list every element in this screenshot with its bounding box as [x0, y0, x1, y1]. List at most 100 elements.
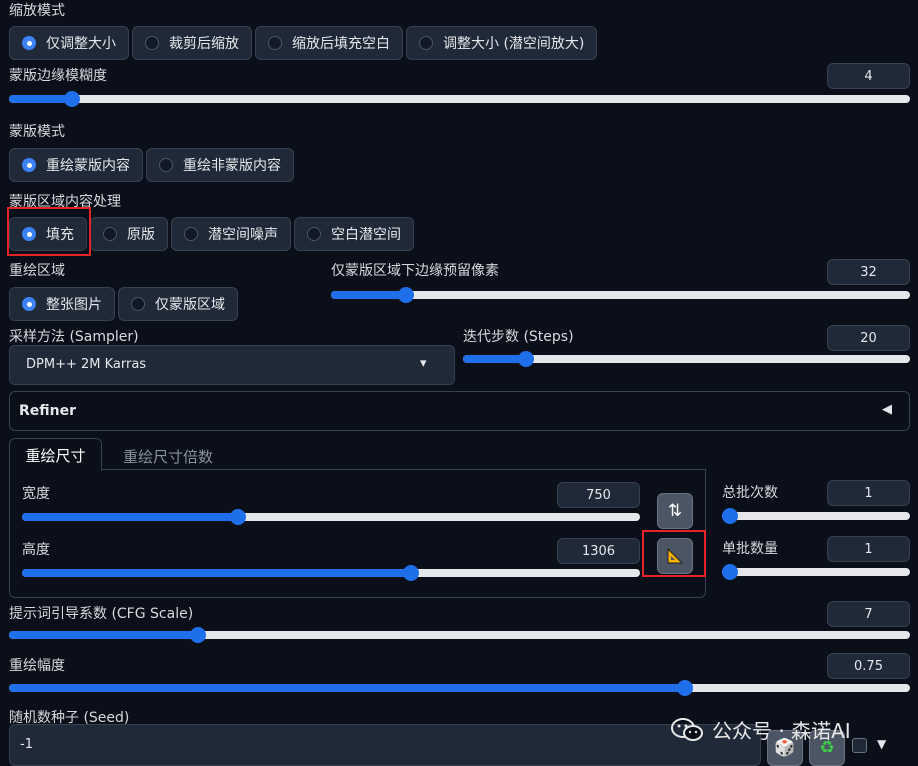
sampler-value: DPM++ 2M Karras — [26, 357, 147, 372]
option-label: 调整大小 (潜空间放大) — [443, 36, 585, 52]
slider-fill — [9, 684, 685, 692]
batch-size-slider[interactable] — [722, 564, 910, 580]
refiner-title: Refiner — [19, 403, 77, 419]
radio-dot — [22, 36, 36, 50]
mask-mode-label: 蒙版模式 — [9, 124, 65, 140]
option-label: 原版 — [127, 227, 155, 243]
highlight-box-detect-size — [642, 530, 706, 577]
cfg-slider[interactable] — [9, 627, 910, 643]
inpaint-area-label: 重绘区域 — [9, 263, 65, 279]
height-slider[interactable] — [22, 565, 640, 581]
tab-resize-to[interactable]: 重绘尺寸 — [9, 438, 102, 471]
mask-mode-option-inpaint-not-masked[interactable]: 重绘非蒙版内容 — [146, 148, 294, 182]
radio-dot — [159, 158, 173, 172]
steps-input[interactable]: 20 — [827, 325, 910, 351]
seed-input[interactable]: -1 — [9, 724, 761, 766]
slider-fill — [463, 355, 526, 363]
cfg-input[interactable]: 7 — [827, 601, 910, 627]
option-label: 缩放后填充空白 — [292, 36, 390, 52]
option-label: 空白潜空间 — [331, 227, 401, 243]
refiner-accordion[interactable]: Refiner ◀ — [9, 391, 910, 431]
steps-slider[interactable] — [463, 351, 910, 367]
slider-fill — [22, 513, 239, 521]
resize-mode-label: 缩放模式 — [9, 3, 65, 19]
option-label: 潜空间噪声 — [208, 227, 278, 243]
masked-content-option-latent-noise[interactable]: 潜空间噪声 — [171, 217, 291, 251]
chevron-down-icon: ▾ — [420, 356, 427, 371]
watermark: 公众号 · 森诺AI — [670, 715, 851, 744]
masked-content-option-latent-nothing[interactable]: 空白潜空间 — [294, 217, 414, 251]
option-label: 重绘非蒙版内容 — [183, 158, 281, 174]
radio-dot — [307, 227, 321, 241]
radio-dot — [145, 36, 159, 50]
sampler-dropdown[interactable]: DPM++ 2M Karras ▾ — [9, 345, 455, 385]
denoise-label: 重绘幅度 — [9, 658, 65, 674]
mask-mode-group: 重绘蒙版内容 重绘非蒙版内容 — [9, 148, 297, 182]
cfg-label: 提示词引导系数 (CFG Scale) — [9, 606, 194, 622]
swap-dimensions-button[interactable]: ⇅ — [657, 493, 693, 529]
resize-mode-option-resize-only[interactable]: 仅调整大小 — [9, 26, 129, 60]
option-label: 仅蒙版区域 — [155, 297, 225, 313]
denoise-slider[interactable] — [9, 680, 910, 696]
padding-input[interactable]: 32 — [827, 259, 910, 285]
radio-dot — [131, 297, 145, 311]
collapse-arrow-icon: ◀ — [882, 402, 892, 417]
seed-value: -1 — [20, 737, 33, 752]
radio-dot — [419, 36, 433, 50]
slider-fill — [22, 569, 412, 577]
height-label: 高度 — [22, 542, 50, 558]
tab-resize-by[interactable]: 重绘尺寸倍数 — [123, 446, 213, 467]
batch-count-slider[interactable] — [722, 508, 910, 524]
sampler-label: 采样方法 (Sampler) — [9, 329, 139, 345]
batch-count-input[interactable]: 1 — [827, 480, 910, 506]
swap-icon: ⇅ — [667, 501, 683, 521]
radio-dot — [22, 297, 36, 311]
steps-label: 迭代步数 (Steps) — [463, 329, 574, 345]
slider-thumb[interactable] — [722, 508, 738, 524]
wechat-icon — [671, 717, 703, 741]
slider-fill — [9, 631, 199, 639]
slider-thumb[interactable] — [722, 564, 738, 580]
inpaint-area-option-whole[interactable]: 整张图片 — [9, 287, 115, 321]
highlight-box-fill — [7, 207, 91, 256]
slider-thumb[interactable] — [398, 287, 415, 303]
width-label: 宽度 — [22, 486, 50, 502]
height-input[interactable]: 1306 — [557, 538, 640, 564]
radio-dot — [22, 158, 36, 172]
option-label: 重绘蒙版内容 — [46, 158, 130, 174]
inpaint-area-option-only-masked[interactable]: 仅蒙版区域 — [118, 287, 238, 321]
radio-dot — [103, 227, 117, 241]
expand-arrow-icon[interactable]: ▼ — [877, 737, 886, 751]
mask-mode-option-inpaint-masked[interactable]: 重绘蒙版内容 — [9, 148, 143, 182]
tab-divider — [102, 469, 706, 470]
batch-size-label: 单批数量 — [722, 541, 778, 557]
radio-dot — [268, 36, 282, 50]
mask-blur-label: 蒙版边缘模糊度 — [9, 68, 107, 84]
mask-blur-slider[interactable] — [9, 91, 910, 107]
radio-dot — [184, 227, 198, 241]
padding-label: 仅蒙版区域下边缘预留像素 — [331, 263, 499, 279]
resize-mode-option-latent-upscale[interactable]: 调整大小 (潜空间放大) — [406, 26, 598, 60]
slider-fill — [9, 95, 73, 103]
option-label: 仅调整大小 — [46, 36, 116, 52]
slider-fill — [331, 291, 407, 299]
batch-size-input[interactable]: 1 — [827, 536, 910, 562]
slider-thumb[interactable] — [676, 680, 693, 696]
option-label: 整张图片 — [46, 297, 102, 313]
resize-mode-group: 仅调整大小 裁剪后缩放 缩放后填充空白 调整大小 (潜空间放大) — [9, 26, 600, 60]
slider-thumb[interactable] — [517, 351, 534, 367]
extra-seed-checkbox[interactable] — [852, 738, 867, 753]
resize-mode-option-crop-resize[interactable]: 裁剪后缩放 — [132, 26, 252, 60]
masked-content-option-original[interactable]: 原版 — [90, 217, 168, 251]
slider-thumb[interactable] — [190, 627, 207, 643]
width-input[interactable]: 750 — [557, 482, 640, 508]
option-label: 裁剪后缩放 — [169, 36, 239, 52]
resize-mode-option-fill[interactable]: 缩放后填充空白 — [255, 26, 403, 60]
denoise-input[interactable]: 0.75 — [827, 653, 910, 679]
mask-blur-input[interactable]: 4 — [827, 63, 910, 89]
width-slider[interactable] — [22, 509, 640, 525]
batch-count-label: 总批次数 — [722, 485, 778, 501]
watermark-text: 公众号 · 森诺AI — [712, 719, 851, 743]
slider-thumb[interactable] — [64, 91, 81, 107]
padding-slider[interactable] — [331, 287, 910, 303]
